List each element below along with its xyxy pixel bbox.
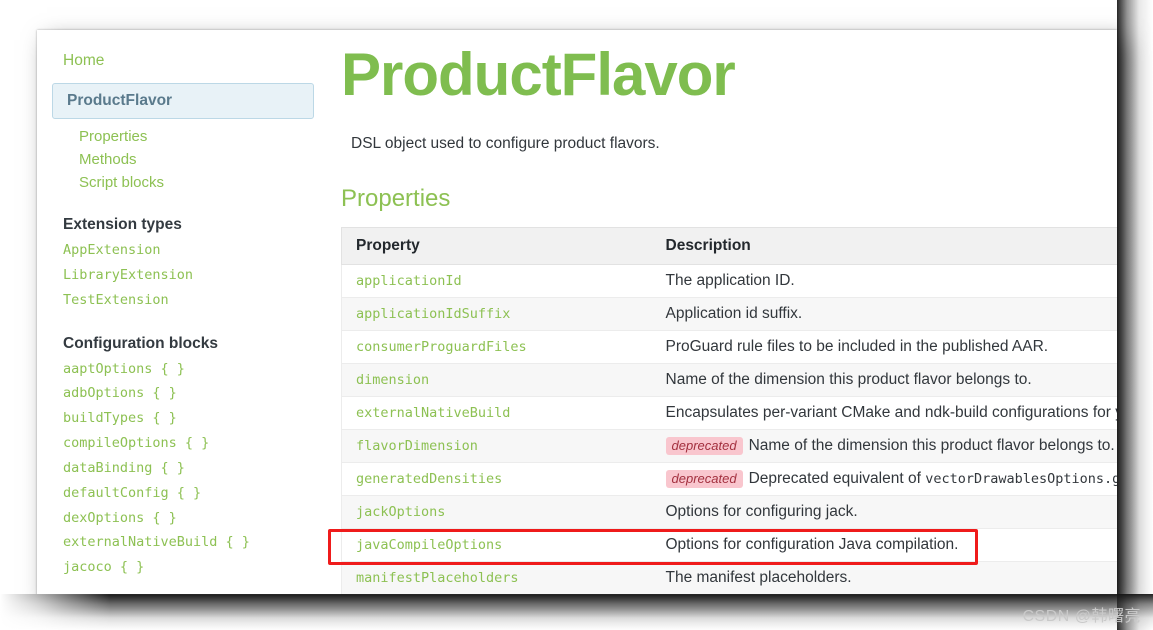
property-cell: flavorDimension [341, 429, 652, 464]
sidebar-item-externalnativebuild[interactable]: externalNativeBuild { } [37, 530, 329, 555]
description-text: Name of the dimension this product flavo… [748, 437, 1115, 455]
description-cell: deprecated Deprecated equivalent of vecto… [651, 462, 1117, 497]
sidebar-item-properties[interactable]: Properties [37, 125, 329, 148]
sidebar-item-methods[interactable]: Methods [37, 148, 329, 171]
description-cell: The manifest placeholders. [651, 561, 1117, 595]
sidebar-heading-extension-types: Extension types [63, 216, 182, 234]
table-row: jackOptions Options for configuring jack. [341, 495, 1117, 530]
description-cell: Options for configuration Java compilati… [651, 528, 1117, 563]
description-cell: Name of the dimension this product flavo… [651, 363, 1117, 397]
description-text: Application id suffix. [665, 305, 803, 322]
description-text: Deprecated equivalent of [748, 470, 926, 488]
property-cell: applicationIdSuffix [341, 297, 652, 331]
property-link[interactable]: dimension [356, 372, 429, 388]
sidebar-item-adboptions[interactable]: adbOptions { } [37, 381, 329, 406]
property-cell: consumerProguardFiles [341, 330, 652, 364]
sidebar-item-compileoptions[interactable]: compileOptions { } [37, 431, 329, 456]
bottom-left-fade [0, 594, 120, 630]
description-cell: Encapsulates per-variant CMake and ndk-b… [651, 396, 1118, 430]
page-title: ProductFlavor [341, 41, 736, 108]
screenshot-canvas: Home ProductFlavor Properties Methods Sc… [0, 0, 1153, 630]
property-cell: externalNativeBuild [341, 396, 652, 430]
property-link[interactable]: consumerProguardFiles [356, 339, 527, 355]
properties-table-body: applicationId The application ID. applicat… [341, 264, 1118, 595]
property-link[interactable]: jackOptions [356, 504, 445, 520]
table-row: applicationIdSuffix Application id suffix… [341, 297, 1117, 331]
description-cell: Application id suffix. [651, 297, 1117, 331]
property-link[interactable]: applicationIdSuffix [356, 306, 510, 322]
table-row: flavorDimension deprecated Name of the dim… [341, 429, 1117, 464]
sidebar-item-productflavor-current[interactable]: ProductFlavor [52, 83, 314, 120]
column-header-property: Property [341, 227, 652, 265]
table-header-row: Property Description [341, 227, 1117, 265]
property-link[interactable]: externalNativeBuild [356, 405, 510, 421]
sidebar-item-script-blocks[interactable]: Script blocks [37, 171, 329, 194]
description-text: Name of the dimension this product flavo… [665, 371, 1032, 388]
property-cell: jackOptions [341, 495, 652, 530]
watermark: CSDN @韩曙亮 [1022, 608, 1141, 625]
description-cell: The application ID. [651, 264, 1117, 298]
property-cell: manifestPlaceholders [341, 561, 652, 595]
property-link[interactable]: flavorDimension [356, 438, 478, 454]
table-row: externalNativeBuild Encapsulates per-vari… [341, 396, 1118, 430]
property-link[interactable]: manifestPlaceholders [356, 570, 519, 586]
table-row: manifestPlaceholders The manifest placeho… [341, 561, 1117, 595]
description-text: Encapsulates per-variant CMake and ndk-b… [665, 404, 1118, 421]
sidebar-item-appextension[interactable]: AppExtension [37, 238, 329, 263]
table-row: applicationId The application ID. [341, 264, 1117, 298]
description-code: vectorDrawablesOptions.gene [925, 471, 1117, 488]
sidebar-item-databinding[interactable]: dataBinding { } [37, 456, 329, 481]
right-edge-shadow [1117, 0, 1153, 630]
sidebar-item-home[interactable]: Home [37, 48, 329, 73]
property-link[interactable]: applicationId [356, 273, 462, 289]
property-cell: applicationId [341, 264, 652, 298]
table-row: consumerProguardFiles ProGuard rule files… [341, 330, 1117, 364]
property-cell: javaCompileOptions [341, 528, 652, 563]
property-cell: dimension [341, 363, 652, 397]
sidebar-nav: Home ProductFlavor Properties Methods Sc… [37, 30, 329, 595]
property-link[interactable]: generatedDensities [356, 471, 502, 487]
section-title-properties: Properties [341, 185, 451, 212]
description-text: ProGuard rule files to be included in th… [665, 338, 1049, 355]
bottom-edge-shadow [0, 594, 1153, 630]
deprecated-badge: deprecated [665, 470, 743, 489]
property-link[interactable]: javaCompileOptions [356, 537, 502, 553]
description-text: Options for configuration Java compilati… [665, 536, 959, 554]
sidebar-item-aaptoptions[interactable]: aaptOptions { } [37, 357, 329, 382]
column-header-description: Description [651, 227, 1117, 265]
table-row: generatedDensities deprecated Deprecated e… [341, 462, 1117, 497]
table-row: javaCompileOptions Options for configurat… [341, 528, 1117, 563]
sidebar-item-buildtypes[interactable]: buildTypes { } [37, 406, 329, 431]
page-description: DSL object used to configure product fla… [351, 135, 660, 152]
sidebar-item-jacoco[interactable]: jacoco { } [37, 555, 329, 580]
description-text: The application ID. [665, 272, 795, 289]
description-text: Options for configuring jack. [665, 503, 858, 521]
sidebar-heading-configuration-blocks: Configuration blocks [63, 334, 218, 352]
sidebar-item-defaultconfig[interactable]: defaultConfig { } [37, 481, 329, 506]
description-cell: Options for configuring jack. [651, 495, 1117, 530]
sidebar-item-libraryextension[interactable]: LibraryExtension [37, 263, 329, 288]
table-row: dimension Name of the dimension this prod… [341, 363, 1117, 397]
deprecated-badge: deprecated [665, 437, 743, 455]
property-cell: generatedDensities [341, 462, 652, 497]
documentation-panel: Home ProductFlavor Properties Methods Sc… [37, 30, 1117, 595]
sidebar-item-testextension[interactable]: TestExtension [37, 288, 329, 313]
description-text: The manifest placeholders. [665, 569, 852, 587]
main-content: ProductFlavor DSL object used to configu… [329, 30, 1117, 595]
properties-table: Property Description applicationId The ap… [341, 227, 1117, 595]
sidebar-item-dexoptions[interactable]: dexOptions { } [37, 506, 329, 531]
description-cell: ProGuard rule files to be included in th… [651, 330, 1117, 364]
description-cell: deprecated Name of the dimension this pro… [651, 429, 1117, 464]
